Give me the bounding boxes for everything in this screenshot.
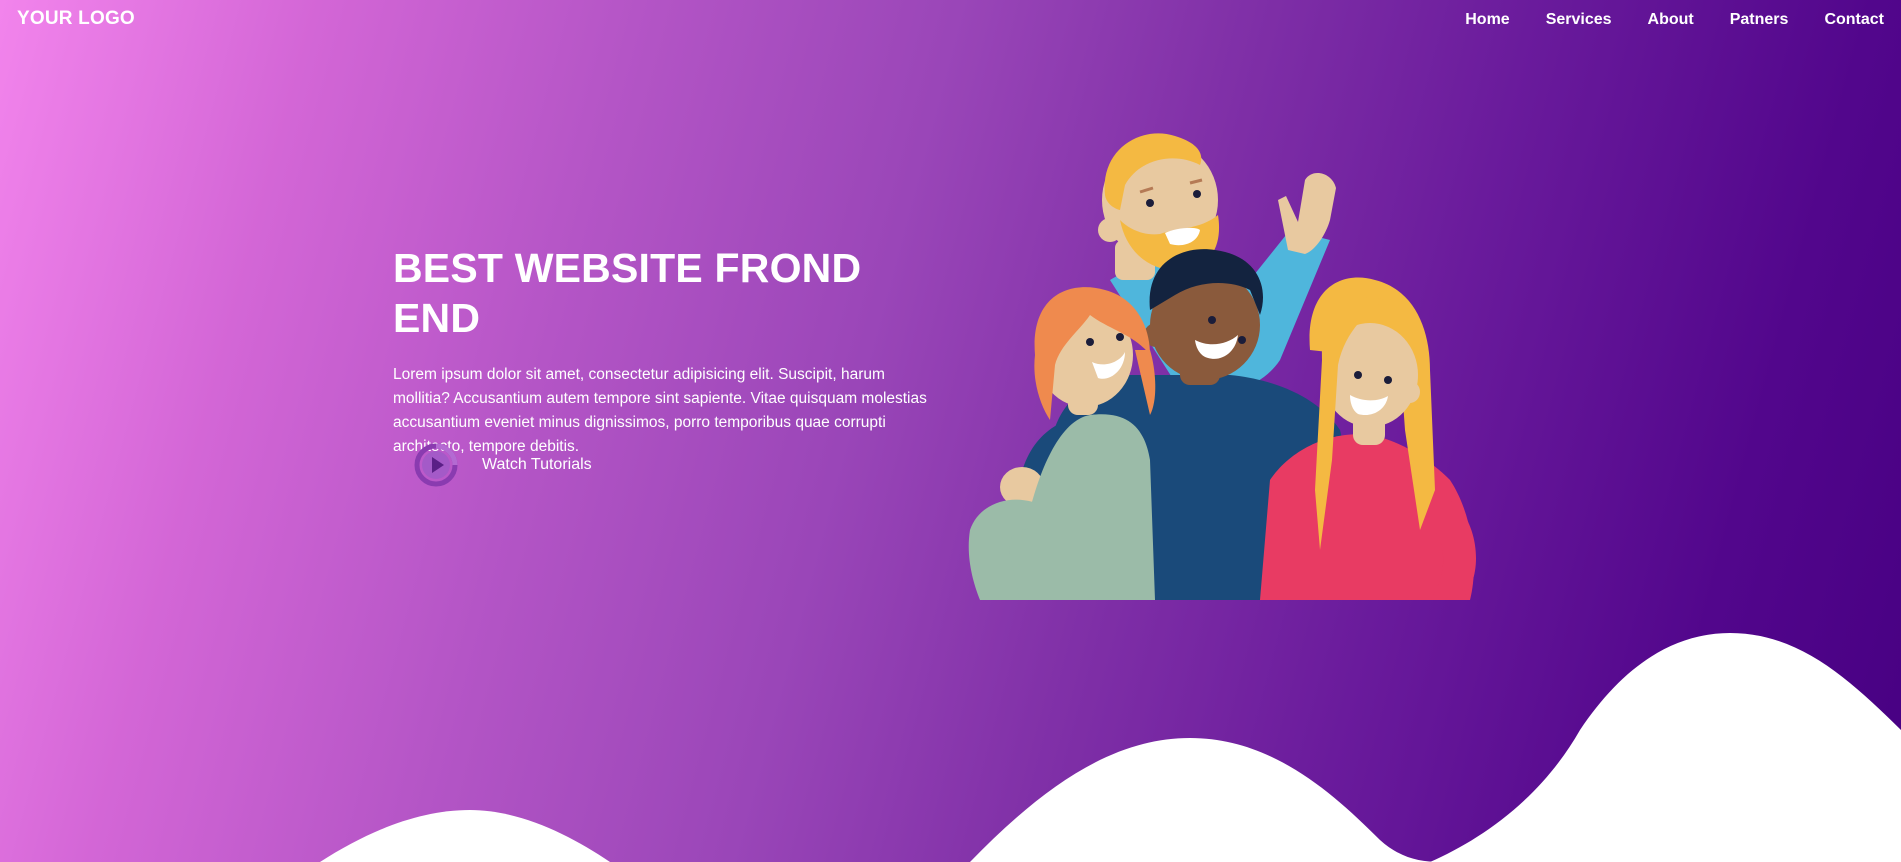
nav-link-home[interactable]: Home <box>1465 11 1509 29</box>
hero-section: BEST WEBSITE FROND END Lorem ipsum dolor… <box>393 243 933 459</box>
watch-tutorials-button[interactable]: Watch Tutorials <box>412 441 592 489</box>
watch-tutorials-label[interactable]: Watch Tutorials <box>482 456 592 474</box>
nav-link-partners[interactable]: Patners <box>1730 11 1789 29</box>
landing-page: YOUR LOGO Home Services About Patners Co… <box>0 0 1901 862</box>
logo[interactable]: YOUR LOGO <box>17 8 135 30</box>
main-nav: Home Services About Patners Contact <box>1465 11 1884 29</box>
play-circle-icon[interactable] <box>412 441 460 489</box>
nav-link-contact[interactable]: Contact <box>1824 11 1884 29</box>
bottom-wave-decoration <box>320 633 1901 862</box>
hero-title: BEST WEBSITE FROND END <box>393 245 862 341</box>
nav-link-about[interactable]: About <box>1648 11 1694 29</box>
people-illustration <box>968 133 1477 600</box>
nav-link-services[interactable]: Services <box>1546 11 1612 29</box>
